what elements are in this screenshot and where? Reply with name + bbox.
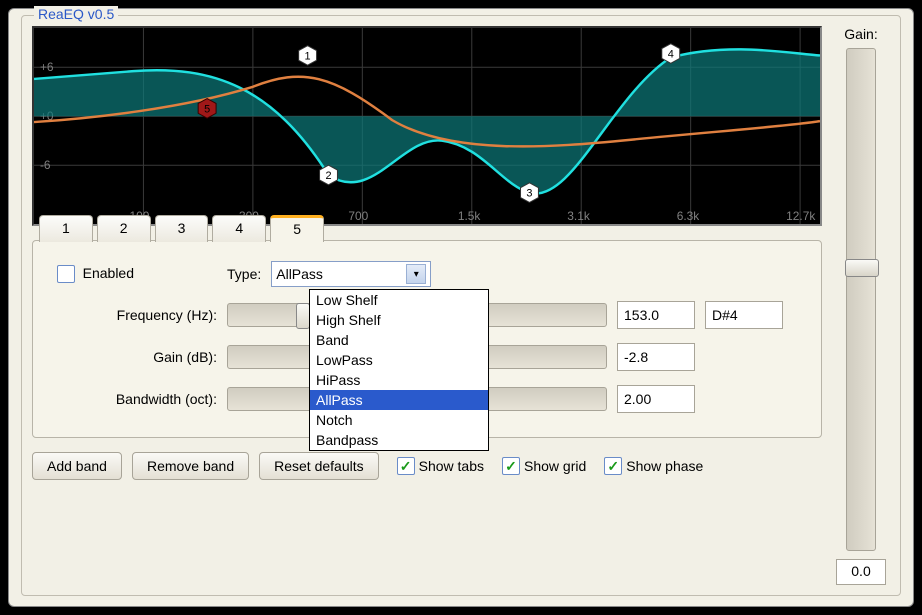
- bandwidth-input[interactable]: [617, 385, 695, 413]
- eq-graph[interactable]: +6 +0 -6 100 300 700 1.5k 3.1k 6.3k 12.7…: [32, 26, 822, 226]
- type-option[interactable]: Band: [310, 330, 488, 350]
- type-option[interactable]: Notch: [310, 410, 488, 430]
- x-tick: 6.3k: [677, 209, 700, 223]
- master-gain-slider[interactable]: [846, 48, 876, 551]
- svg-text:1: 1: [305, 50, 311, 62]
- master-gain-value[interactable]: 0.0: [836, 559, 886, 585]
- show-phase-label: Show phase: [626, 458, 703, 474]
- show-tabs-checkbox[interactable]: [397, 457, 415, 475]
- frequency-note-input[interactable]: [705, 301, 783, 329]
- add-band-button[interactable]: Add band: [32, 452, 122, 480]
- enabled-checkbox[interactable]: [57, 265, 75, 283]
- tab-2[interactable]: 2: [97, 215, 151, 242]
- y-tick: -6: [40, 158, 51, 172]
- show-grid-label: Show grid: [524, 458, 586, 474]
- band-marker-4[interactable]: 4: [662, 44, 680, 64]
- type-option[interactable]: High Shelf: [310, 310, 488, 330]
- svg-text:4: 4: [668, 49, 674, 61]
- enabled-label: Enabled: [83, 265, 134, 281]
- x-tick: 1.5k: [458, 209, 481, 223]
- band-marker-1[interactable]: 1: [299, 46, 317, 66]
- master-gain-label: Gain:: [844, 26, 877, 42]
- type-option[interactable]: AllPass: [310, 390, 488, 410]
- tab-1[interactable]: 1: [39, 215, 93, 242]
- band-marker-3[interactable]: 3: [521, 183, 539, 203]
- tab-5[interactable]: 5: [270, 215, 324, 242]
- remove-band-button[interactable]: Remove band: [132, 452, 249, 480]
- show-grid-checkbox[interactable]: [502, 457, 520, 475]
- x-tick: 700: [348, 209, 368, 223]
- frequency-slider-thumb[interactable]: [296, 303, 310, 329]
- y-tick: +6: [40, 60, 54, 74]
- type-option[interactable]: HiPass: [310, 370, 488, 390]
- type-dropdown-list[interactable]: Low Shelf High Shelf Band LowPass HiPass…: [309, 289, 489, 451]
- chevron-down-icon: ▾: [406, 264, 426, 284]
- show-tabs-label: Show tabs: [419, 458, 484, 474]
- type-select-value: AllPass: [276, 266, 323, 282]
- band-marker-5[interactable]: 5: [198, 99, 216, 119]
- type-option[interactable]: LowPass: [310, 350, 488, 370]
- type-label: Type:: [227, 266, 261, 282]
- frequency-input[interactable]: [617, 301, 695, 329]
- tab-3[interactable]: 3: [155, 215, 209, 242]
- gain-label: Gain (dB):: [47, 349, 227, 365]
- x-tick: 12.7k: [786, 209, 815, 223]
- gain-input[interactable]: [617, 343, 695, 371]
- master-gain-slider-thumb[interactable]: [845, 259, 879, 277]
- bandwidth-label: Bandwidth (oct):: [47, 391, 227, 407]
- svg-text:2: 2: [325, 170, 331, 182]
- band-marker-2[interactable]: 2: [320, 165, 338, 185]
- svg-text:3: 3: [526, 188, 532, 200]
- svg-text:5: 5: [204, 103, 210, 115]
- frequency-label: Frequency (Hz):: [47, 307, 227, 323]
- show-phase-checkbox[interactable]: [604, 457, 622, 475]
- type-option[interactable]: Low Shelf: [310, 290, 488, 310]
- type-select[interactable]: AllPass ▾: [271, 261, 431, 287]
- reset-defaults-button[interactable]: Reset defaults: [259, 452, 379, 480]
- type-option[interactable]: Bandpass: [310, 430, 488, 450]
- x-tick: 3.1k: [567, 209, 590, 223]
- window-title: ReaEQ v0.5: [34, 6, 118, 22]
- tab-4[interactable]: 4: [212, 215, 266, 242]
